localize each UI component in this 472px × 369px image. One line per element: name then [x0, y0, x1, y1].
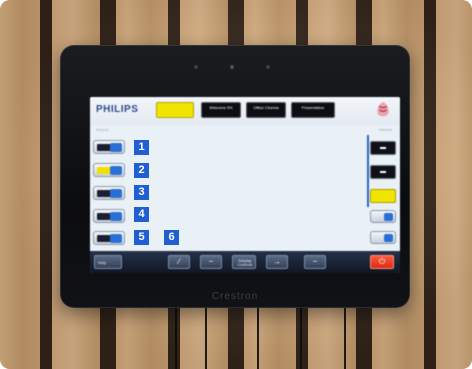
- number-badge-1: 1: [134, 140, 149, 155]
- bottom-control-3[interactable]: →: [266, 255, 288, 269]
- source-icon: [110, 212, 122, 221]
- source-button-5[interactable]: [93, 231, 125, 245]
- right-source-button-1[interactable]: [370, 210, 396, 223]
- cable: [205, 300, 207, 369]
- source-thumbnail: [97, 167, 111, 174]
- display-controls-button[interactable]: Display Controls: [232, 255, 256, 269]
- arrow-icon: →: [273, 257, 281, 266]
- top-button-label: Office Cinema: [253, 105, 279, 110]
- number-badge-3: 3: [134, 185, 149, 200]
- device-brand: Crestron: [211, 291, 259, 302]
- number-badge-4: 4: [134, 207, 149, 222]
- top-button-2[interactable]: Welcome RX: [201, 102, 241, 118]
- source-icon: [384, 234, 393, 242]
- brand-logo: PHILIPS: [96, 104, 139, 115]
- right-source-button-2[interactable]: [370, 231, 396, 244]
- camera-sensor: [194, 65, 198, 69]
- volume-rail: [367, 135, 369, 207]
- top-button-4[interactable]: Presentation: [291, 102, 335, 118]
- photo-frame: Crestron PHILIPS Welcome RX Office Cinem…: [0, 0, 472, 369]
- source-thumbnail: [97, 144, 111, 151]
- source-button-2[interactable]: [93, 163, 125, 177]
- top-button-3[interactable]: Office Cinema: [246, 102, 286, 118]
- source-icon: [384, 213, 393, 221]
- source-thumbnail: [97, 190, 111, 197]
- power-icon: ⏻: [378, 257, 386, 266]
- cable: [344, 300, 346, 369]
- volume-up-icon: [380, 147, 386, 149]
- top-button-label: Welcome RX: [209, 105, 233, 110]
- bottom-control-4[interactable]: −: [304, 255, 326, 269]
- minus-icon: −: [312, 257, 318, 266]
- number-badge-2: 2: [134, 163, 149, 178]
- display-controls-label: Display Controls: [237, 258, 253, 267]
- source-button-3[interactable]: [93, 186, 125, 200]
- volume-up-button[interactable]: [370, 141, 396, 155]
- source-thumbnail: [97, 235, 111, 242]
- camera-sensor: [230, 65, 234, 69]
- help-label: Help: [98, 260, 107, 265]
- wrench-icon: ∕: [178, 257, 180, 266]
- minus-icon: −: [208, 257, 214, 266]
- power-button[interactable]: ⏻: [370, 255, 394, 269]
- cable: [300, 300, 302, 369]
- top-bar: PHILIPS Welcome RX Office Cinema Present…: [90, 97, 400, 125]
- top-button-1[interactable]: [156, 102, 194, 118]
- source-icon: [110, 166, 122, 175]
- top-button-label: Presentation: [301, 105, 325, 110]
- bottom-control-2[interactable]: −: [200, 255, 222, 269]
- number-badge-5: 5: [134, 230, 149, 245]
- source-button-4[interactable]: [93, 209, 125, 223]
- cable: [175, 300, 177, 369]
- volume-down-button[interactable]: [370, 165, 396, 179]
- bottom-control-1[interactable]: ∕: [168, 255, 190, 269]
- volume-down-icon: [380, 171, 386, 173]
- camera-sensor: [266, 65, 270, 69]
- source-icon: [110, 189, 122, 198]
- help-button[interactable]: Help: [94, 255, 122, 269]
- bottom-bar: Help ∕ − Display Controls → − ⏻: [90, 251, 400, 273]
- source-icon: [110, 234, 122, 243]
- right-caption: Volume: [378, 127, 392, 132]
- mute-button[interactable]: [370, 189, 396, 203]
- left-caption: Source: [96, 127, 109, 132]
- philips-shield-icon: [377, 101, 389, 117]
- number-badge-6: 6: [164, 230, 179, 245]
- source-icon: [110, 143, 122, 152]
- cable: [257, 300, 259, 369]
- source-thumbnail: [97, 213, 111, 220]
- source-button-1[interactable]: [93, 140, 125, 154]
